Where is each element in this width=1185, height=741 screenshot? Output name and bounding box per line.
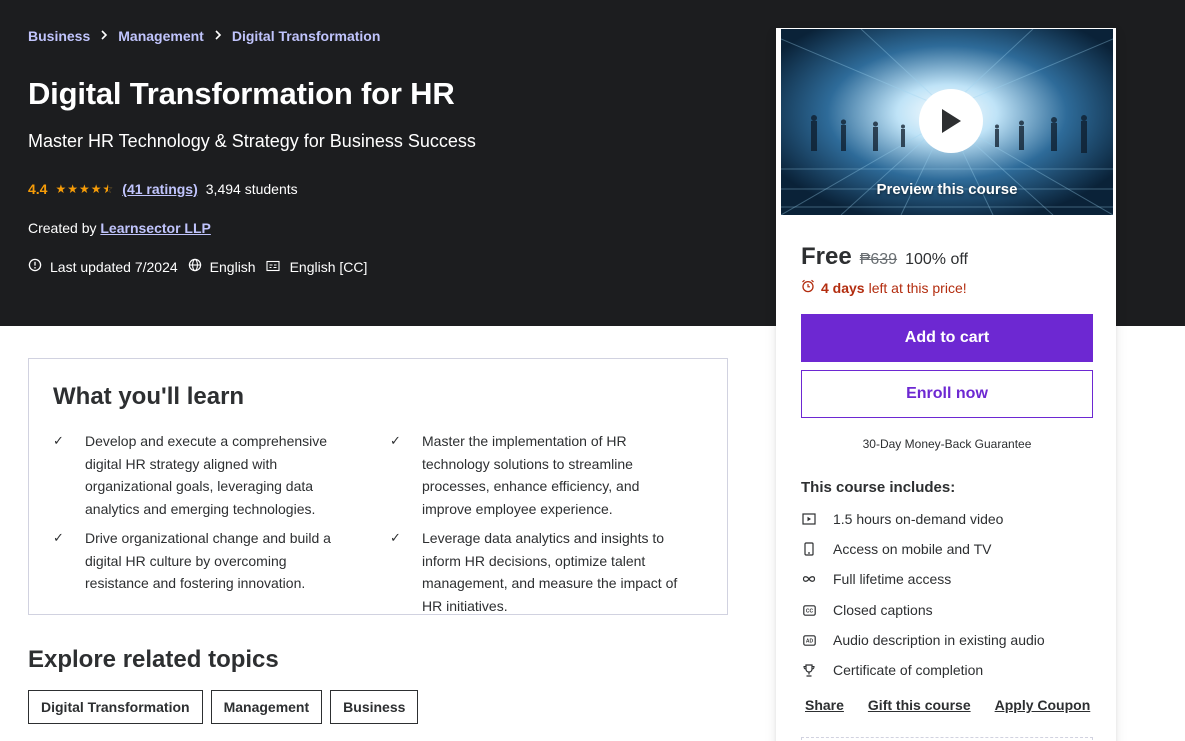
language: English bbox=[188, 258, 256, 275]
urgency-days: 4 days bbox=[821, 279, 865, 296]
include-item-certificate: Certificate of completion bbox=[801, 662, 983, 678]
include-label: Certificate of completion bbox=[833, 662, 984, 678]
captions: English [CC] bbox=[266, 258, 368, 275]
chevron-right-icon bbox=[100, 29, 108, 43]
breadcrumb-management[interactable]: Management bbox=[118, 28, 204, 44]
globe-icon bbox=[188, 258, 210, 275]
svg-text:CC: CC bbox=[805, 608, 813, 614]
includes-title: This course includes: bbox=[801, 479, 956, 496]
learn-item: ✓ Leverage data analytics and insights t… bbox=[390, 527, 690, 617]
check-icon: ✓ bbox=[53, 530, 64, 545]
gift-course-link[interactable]: Gift this course bbox=[868, 697, 971, 713]
coupon-box bbox=[801, 737, 1093, 741]
instructor-link[interactable]: Learnsector LLP bbox=[100, 220, 210, 236]
star-full-icon: ★ bbox=[55, 182, 68, 196]
purchase-sidebar: Preview this course Free ₱639 100% off 4… bbox=[776, 28, 1116, 741]
include-item-mobile: Access on mobile and TV bbox=[801, 541, 992, 557]
learn-item: ✓ Master the implementation of HR techno… bbox=[390, 430, 690, 520]
preview-label: Preview this course bbox=[876, 181, 1018, 198]
topic-digital-transformation[interactable]: Digital Transformation bbox=[28, 690, 203, 724]
include-item-lifetime: Full lifetime access bbox=[801, 571, 951, 587]
created-by-label: Created by bbox=[28, 220, 97, 236]
last-updated-text: Last updated 7/2024 bbox=[50, 258, 178, 275]
learn-item-text: Develop and execute a comprehensive digi… bbox=[85, 433, 328, 517]
star-full-icon: ★ bbox=[67, 182, 79, 196]
course-meta: Last updated 7/2024 English English [CC] bbox=[28, 258, 377, 275]
trophy-icon bbox=[801, 663, 817, 677]
course-subtitle: Master HR Technology & Strategy for Busi… bbox=[28, 131, 476, 151]
learn-item-text: Master the implementation of HR technolo… bbox=[422, 433, 640, 517]
include-label: Access on mobile and TV bbox=[833, 541, 992, 557]
mobile-icon bbox=[801, 542, 817, 556]
last-updated: Last updated 7/2024 bbox=[28, 258, 178, 275]
price-urgency: 4 days left at this price! bbox=[801, 279, 967, 296]
rating-row: 4.4 ★ ★ ★ ★ ☆★ (41 ratings) 3,494 studen… bbox=[28, 181, 298, 197]
star-half-icon: ☆★ bbox=[102, 182, 115, 196]
rating-value: 4.4 bbox=[28, 181, 48, 197]
created-by: Created by Learnsector LLP bbox=[28, 220, 211, 236]
include-label: 1.5 hours on-demand video bbox=[833, 511, 1004, 527]
captions-text: English [CC] bbox=[289, 258, 368, 275]
include-label: Closed captions bbox=[833, 602, 933, 618]
students-count: 3,494 students bbox=[205, 181, 298, 197]
infinity-icon bbox=[801, 575, 817, 583]
related-topics: Digital Transformation Management Busine… bbox=[28, 690, 426, 724]
play-button[interactable] bbox=[919, 89, 983, 153]
include-item-captions: CC Closed captions bbox=[801, 602, 933, 618]
learn-item-text: Leverage data analytics and insights to … bbox=[422, 530, 678, 614]
alarm-clock-icon bbox=[801, 279, 815, 296]
audio-description-icon: AD bbox=[801, 634, 817, 646]
breadcrumb-digital-transformation[interactable]: Digital Transformation bbox=[232, 28, 381, 44]
include-item-video: 1.5 hours on-demand video bbox=[801, 511, 1003, 527]
alert-clock-icon bbox=[28, 258, 50, 275]
breadcrumb: Business Management Digital Transformati… bbox=[28, 28, 380, 44]
learn-title: What you'll learn bbox=[53, 383, 245, 410]
svg-text:AD: AD bbox=[805, 638, 813, 644]
current-price: Free bbox=[801, 243, 852, 270]
star-full-icon: ★ bbox=[79, 182, 91, 196]
price-row: Free ₱639 100% off bbox=[801, 243, 968, 271]
include-label: Full lifetime access bbox=[833, 571, 952, 587]
money-back-guarantee: 30-Day Money-Back Guarantee bbox=[862, 437, 1032, 451]
add-to-cart-button[interactable]: Add to cart bbox=[801, 314, 1093, 362]
ratings-link[interactable]: (41 ratings) bbox=[122, 181, 197, 197]
discount-percent: 100% off bbox=[905, 251, 968, 268]
what-youll-learn: What you'll learn ✓ Develop and execute … bbox=[28, 358, 728, 615]
course-preview[interactable]: Preview this course bbox=[781, 29, 1113, 215]
include-label: Audio description in existing audio bbox=[833, 632, 1045, 648]
closed-captions-icon bbox=[266, 259, 288, 275]
play-icon bbox=[942, 109, 961, 133]
star-full-icon: ★ bbox=[90, 182, 103, 196]
include-item-audio-description: AD Audio description in existing audio bbox=[801, 632, 1045, 648]
learn-item-text: Drive organizational change and build a … bbox=[85, 530, 331, 591]
explore-title: Explore related topics bbox=[28, 646, 279, 673]
original-price: ₱639 bbox=[859, 251, 898, 268]
rating-stars: ★ ★ ★ ★ ☆★ bbox=[55, 182, 114, 196]
topic-business[interactable]: Business bbox=[330, 690, 419, 724]
check-icon: ✓ bbox=[390, 433, 401, 448]
chevron-right-icon bbox=[214, 29, 222, 43]
closed-captions-icon: CC bbox=[801, 604, 817, 616]
course-title: Digital Transformation for HR bbox=[28, 76, 455, 111]
learn-item: ✓ Drive organizational change and build … bbox=[53, 527, 353, 595]
urgency-text: left at this price! bbox=[868, 279, 967, 296]
language-text: English bbox=[209, 258, 256, 275]
check-icon: ✓ bbox=[53, 433, 64, 448]
enroll-now-button[interactable]: Enroll now bbox=[801, 370, 1093, 418]
share-link[interactable]: Share bbox=[805, 697, 844, 713]
video-icon bbox=[801, 513, 817, 525]
topic-management[interactable]: Management bbox=[210, 690, 323, 724]
check-icon: ✓ bbox=[390, 530, 401, 545]
breadcrumb-business[interactable]: Business bbox=[28, 28, 90, 44]
apply-coupon-link[interactable]: Apply Coupon bbox=[995, 697, 1091, 713]
sidebar-actions: Share Gift this course Apply Coupon bbox=[805, 697, 1114, 713]
learn-item: ✓ Develop and execute a comprehensive di… bbox=[53, 430, 353, 520]
